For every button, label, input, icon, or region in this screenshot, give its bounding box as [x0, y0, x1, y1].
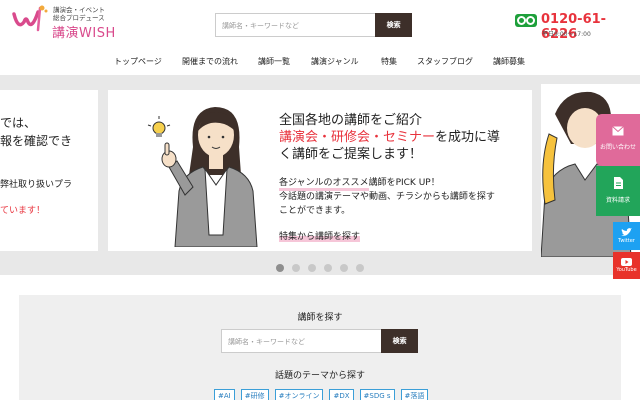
topic-tag[interactable]: #オンライン — [274, 389, 324, 400]
slider-dot[interactable] — [356, 264, 364, 272]
slide-prev-text: 報を確認でき — [0, 134, 73, 148]
topic-tag[interactable]: #AI — [214, 389, 235, 400]
nav-item-staff-blog[interactable]: スタッフブログ — [417, 56, 473, 67]
slider-dot[interactable] — [324, 264, 332, 272]
youtube-icon — [621, 258, 632, 266]
logo-icon[interactable] — [12, 4, 50, 34]
phone-hours: 平日9:00〜17:00 — [542, 31, 591, 38]
features-link[interactable]: 特集から講師を探す — [279, 229, 361, 242]
twitter-icon — [621, 228, 632, 236]
nav-item-flow[interactable]: 開催までの流れ — [182, 56, 238, 67]
lecturer-search-title: 講師を探す — [297, 313, 343, 323]
mail-icon — [612, 126, 624, 136]
topics-title: 話題のテーマから探す — [274, 371, 365, 381]
slider-dot[interactable] — [308, 264, 316, 272]
logo-name[interactable]: 講演WISH — [52, 22, 116, 41]
nav-item-lecturers[interactable]: 講師一覧 — [258, 56, 290, 67]
topic-tag[interactable]: #DX — [329, 389, 354, 400]
nav-item-features[interactable]: 特集 — [381, 56, 397, 67]
topic-tags: #AI #研修 #オンライン #DX #SDG s #落語 — [214, 389, 429, 400]
slider-dot[interactable] — [276, 264, 284, 272]
youtube-button[interactable]: YouTube — [613, 252, 640, 279]
request-docs-label: 資料請求 — [605, 197, 630, 204]
youtube-label: YouTube — [616, 267, 637, 273]
header-search-button[interactable]: 検索 — [375, 13, 412, 37]
logo-tagline: 講演会・イベント 総合プロデュース — [53, 6, 105, 22]
header-search: 講師名・キーワードなど 検索 — [215, 13, 412, 37]
contact-label: お問い合わせ — [599, 144, 636, 151]
slide-title-line2: 講演会・研修会・セミナーを成功に導 — [279, 129, 500, 147]
main-nav: トップページ 開催までの流れ 講師一覧 講演ジャンル 特集 スタッフブログ 講師… — [0, 50, 640, 74]
request-docs-button[interactable]: 資料請求 — [596, 166, 640, 216]
twitter-button[interactable]: Twitter — [613, 222, 640, 250]
nav-item-genres[interactable]: 講演ジャンル — [311, 56, 359, 67]
slider-pagination — [276, 264, 364, 272]
slider-dot[interactable] — [292, 264, 300, 272]
nav-item-recruit[interactable]: 講師募集 — [493, 56, 525, 67]
slide-prev-text: ています！ — [0, 206, 46, 216]
document-icon — [613, 177, 623, 189]
topic-tag[interactable]: #落語 — [400, 389, 429, 400]
twitter-label: Twitter — [618, 238, 635, 244]
slide-prev-text: では、 — [0, 116, 37, 130]
contact-button[interactable]: お問い合わせ — [596, 114, 640, 166]
slider-dot[interactable] — [340, 264, 348, 272]
lecturer-search: 講師名・キーワードなど 検索 — [221, 329, 418, 353]
slide-prev-text: 弊社取り扱いプラ — [0, 180, 73, 190]
slide-description: 今話題の講演テーマや動画、チラシからも講師を探す — [279, 192, 495, 202]
slide-description: ことができます。 — [279, 206, 351, 216]
slide-previous[interactable]: では、 報を確認でき 弊社取り扱いプラ ています！ — [0, 90, 98, 251]
lecturer-search-input[interactable]: 講師名・キーワードなど — [221, 329, 382, 353]
slide-title-line3: く講師をご提案します！ — [279, 147, 423, 162]
header-search-input[interactable]: 講師名・キーワードなど — [215, 13, 376, 37]
slide-pickup-highlight: 講師をPICK UP！ — [368, 178, 440, 188]
site-header: 講演会・イベント 総合プロデュース 講演WISH 講師名・キーワードなど 検索 … — [0, 0, 640, 48]
slide-title-line1: 全国各地の講師をご紹介 — [279, 113, 423, 128]
topic-tag[interactable]: #研修 — [240, 389, 269, 400]
topic-tag[interactable]: #SDG s — [359, 389, 395, 400]
slide-title-rest: を成功に導 — [435, 130, 501, 145]
slide-pickup: 各ジャンルのオススメ講師をPICK UP！ — [279, 175, 440, 191]
nav-item-top[interactable]: トップページ — [114, 56, 162, 67]
lecturer-search-button[interactable]: 検索 — [381, 329, 418, 353]
free-dial-icon — [515, 14, 537, 27]
presenter-illustration — [147, 107, 258, 247]
slide-title-highlight: 講演会・研修会・セミナー — [279, 130, 436, 145]
